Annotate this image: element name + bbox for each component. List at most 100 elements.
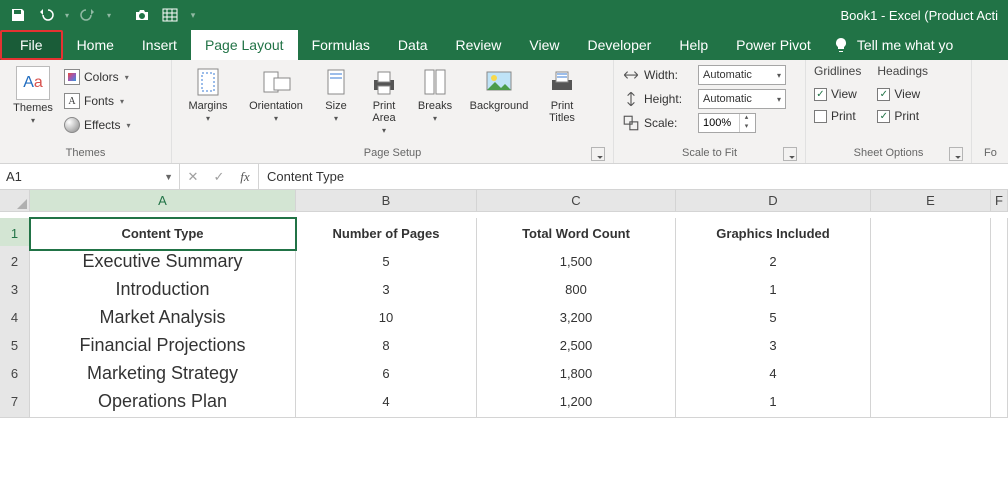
breaks-button[interactable]: Breaks▾ (412, 64, 458, 125)
name-box[interactable]: A1▼ (0, 164, 180, 189)
worksheet-grid[interactable]: A B C D E F 1 Content Type Number of Pag… (0, 190, 1008, 414)
height-icon (622, 90, 640, 108)
effects-icon (64, 117, 80, 133)
cancel-formula-icon[interactable]: ✕ (180, 164, 206, 189)
ribbon: Aa Themes▾ Colors▾ AFonts▾ Effects▾ Them… (0, 60, 1008, 164)
width-label: Width: (644, 68, 694, 82)
tab-power-pivot[interactable]: Power Pivot (722, 30, 825, 60)
redo-icon[interactable] (76, 3, 100, 27)
checkbox-checked-icon: ✓ (877, 110, 890, 123)
scale-down[interactable]: ▾ (740, 123, 753, 132)
sheet-options-dialog-launcher[interactable] (949, 147, 963, 161)
scale-spinner[interactable]: ▴▾ (698, 113, 756, 133)
gridlines-view-checkbox[interactable]: ✓View (814, 84, 861, 104)
colors-icon (64, 69, 80, 85)
undo-icon[interactable] (34, 3, 58, 27)
group-themes: Aa Themes▾ Colors▾ AFonts▾ Effects▾ Them… (0, 60, 172, 163)
col-header-C[interactable]: C (477, 190, 676, 212)
fonts-icon: A (64, 93, 80, 109)
gridlines-print-checkbox[interactable]: Print (814, 106, 861, 126)
group-label-scale: Scale to Fit (622, 145, 797, 161)
group-arrange-partial: Fo (972, 60, 1006, 163)
tab-developer[interactable]: Developer (574, 30, 666, 60)
checkbox-checked-icon: ✓ (814, 88, 827, 101)
margins-button[interactable]: Margins▾ (180, 64, 236, 125)
col-header-A[interactable]: A (30, 190, 296, 212)
background-icon (483, 66, 515, 98)
tab-insert[interactable]: Insert (128, 30, 191, 60)
checkbox-checked-icon: ✓ (877, 88, 890, 101)
row-header-7[interactable]: 7 (0, 386, 30, 418)
group-sheet-options: Gridlines ✓View Print Headings ✓View ✓Pr… (806, 60, 972, 163)
formula-input[interactable]: Content Type (259, 164, 1008, 189)
group-label-themes: Themes (8, 145, 163, 161)
themes-button[interactable]: Aa Themes▾ (8, 64, 58, 127)
enter-formula-icon[interactable]: ✓ (206, 164, 232, 189)
headings-print-checkbox[interactable]: ✓Print (877, 106, 928, 126)
cell-D7[interactable]: 1 (676, 386, 871, 418)
tab-help[interactable]: Help (665, 30, 722, 60)
select-all-corner[interactable] (0, 190, 30, 212)
cell-E7[interactable] (871, 386, 991, 418)
table-icon[interactable] (158, 3, 182, 27)
col-header-D[interactable]: D (676, 190, 871, 212)
print-titles-button[interactable]: Print Titles (540, 64, 584, 124)
themes-icon: Aa (16, 66, 50, 100)
group-label-sheet-options: Sheet Options (814, 145, 963, 161)
chevron-down-icon[interactable]: ▼ (164, 172, 173, 182)
scale-dialog-launcher[interactable] (783, 147, 797, 161)
ribbon-tabs: File Home Insert Page Layout Formulas Da… (0, 30, 1008, 60)
print-titles-icon (546, 66, 578, 98)
fx-icon[interactable]: fx (232, 164, 258, 189)
tell-me-label: Tell me what yo (857, 37, 953, 53)
width-combo[interactable]: Automatic▾ (698, 65, 786, 85)
tab-data[interactable]: Data (384, 30, 442, 60)
background-button[interactable]: Background (464, 64, 534, 112)
effects-button[interactable]: Effects▾ (64, 114, 130, 136)
page-setup-dialog-launcher[interactable] (591, 147, 605, 161)
save-icon[interactable] (6, 3, 30, 27)
cell-A7[interactable]: Operations Plan (30, 386, 296, 418)
camera-icon[interactable] (130, 3, 154, 27)
size-icon (320, 66, 352, 98)
scale-input[interactable] (699, 114, 739, 132)
qat-customize-icon[interactable]: ▾ (186, 3, 200, 27)
colors-button[interactable]: Colors▾ (64, 66, 130, 88)
tab-review[interactable]: Review (442, 30, 516, 60)
orientation-icon (260, 66, 292, 98)
scale-up[interactable]: ▴ (740, 114, 753, 123)
width-icon (622, 66, 640, 84)
tab-view[interactable]: View (515, 30, 573, 60)
cell-B7[interactable]: 4 (296, 386, 477, 418)
tab-page-layout[interactable]: Page Layout (191, 30, 298, 60)
height-combo[interactable]: Automatic▾ (698, 89, 786, 109)
tab-home[interactable]: Home (63, 30, 128, 60)
tab-file[interactable]: File (0, 30, 63, 60)
fonts-button[interactable]: AFonts▾ (64, 90, 130, 112)
group-page-setup: Margins▾ Orientation▾ Size▾ Print Area▾ … (172, 60, 614, 163)
headings-view-checkbox[interactable]: ✓View (877, 84, 928, 104)
scale-label: Scale: (644, 116, 694, 130)
lightbulb-icon (833, 37, 849, 53)
gridlines-heading: Gridlines (814, 64, 861, 82)
size-button[interactable]: Size▾ (316, 64, 356, 125)
arrange-partial-label: Fo (980, 145, 998, 161)
tab-formulas[interactable]: Formulas (298, 30, 384, 60)
cell-F7[interactable] (991, 386, 1008, 418)
redo-more-icon[interactable]: ▾ (104, 3, 114, 27)
col-header-E[interactable]: E (871, 190, 991, 212)
headings-heading: Headings (877, 64, 928, 82)
undo-more-icon[interactable]: ▾ (62, 3, 72, 27)
scale-icon (622, 114, 640, 132)
print-area-icon (368, 66, 400, 98)
col-header-F[interactable]: F (991, 190, 1008, 212)
print-area-button[interactable]: Print Area▾ (362, 64, 406, 135)
breaks-icon (419, 66, 451, 98)
cell-C7[interactable]: 1,200 (477, 386, 676, 418)
cell-A1[interactable]: Content Type (30, 218, 296, 250)
margins-icon (192, 66, 224, 98)
orientation-button[interactable]: Orientation▾ (242, 64, 310, 125)
window-title: Book1 - Excel (Product Acti (840, 8, 1002, 23)
col-header-B[interactable]: B (296, 190, 477, 212)
tell-me-search[interactable]: Tell me what yo (833, 30, 953, 60)
